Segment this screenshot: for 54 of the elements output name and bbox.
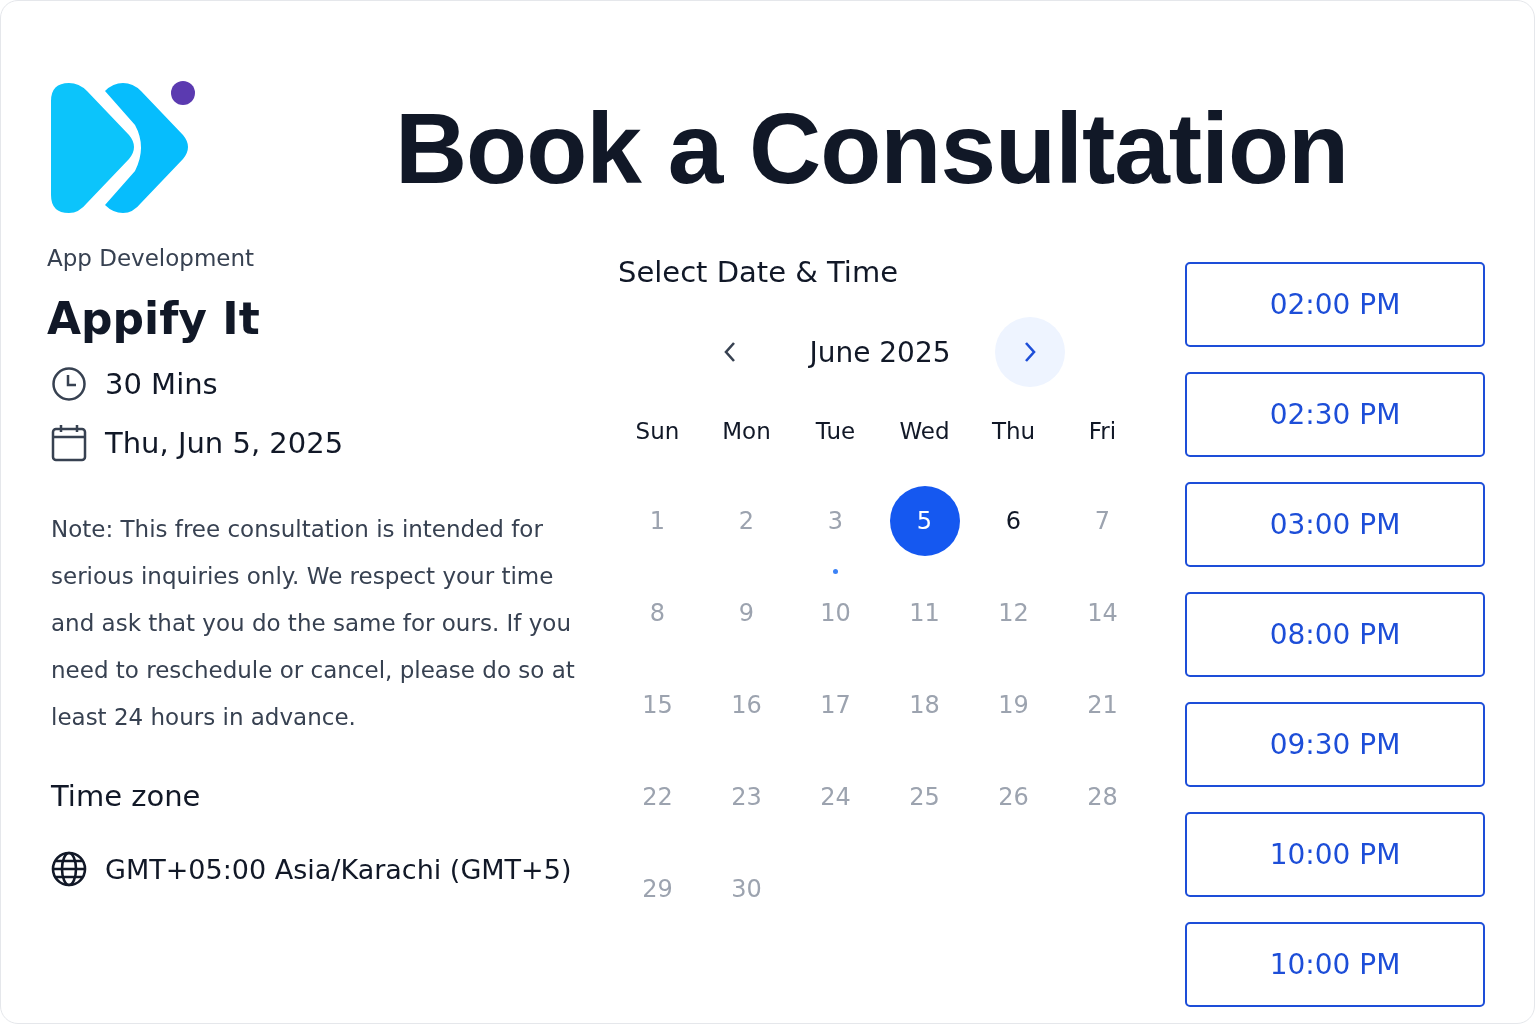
- calendar-day[interactable]: 2: [711, 486, 782, 556]
- calendar-day[interactable]: 15: [622, 670, 693, 740]
- calendar-icon: [51, 424, 87, 462]
- calendar-day[interactable]: 30: [711, 854, 782, 924]
- calendar-day[interactable]: 24: [800, 762, 871, 832]
- calendar-day[interactable]: 10: [800, 578, 871, 648]
- time-slot-button[interactable]: 02:00 PM: [1185, 262, 1485, 347]
- weekday-label: Thu: [990, 417, 1037, 446]
- calendar-day[interactable]: 9: [711, 578, 782, 648]
- time-slot-button[interactable]: 10:00 PM: [1185, 812, 1485, 897]
- calendar-day[interactable]: 1: [622, 486, 693, 556]
- calendar-day[interactable]: 25: [889, 762, 960, 832]
- timezone-heading: Time zone: [51, 779, 202, 813]
- calendar-day[interactable]: 12: [978, 578, 1049, 648]
- calendar-day[interactable]: 26: [978, 762, 1049, 832]
- calendar-day[interactable]: 14: [1067, 578, 1138, 648]
- calendar-day[interactable]: 21: [1067, 670, 1138, 740]
- brand-name: Appify It: [47, 293, 261, 344]
- calendar-day[interactable]: 16: [711, 670, 782, 740]
- month-label: June 2025: [807, 335, 952, 369]
- timezone-value: GMT+05:00 Asia/Karachi (GMT+5): [105, 853, 572, 885]
- calendar-day[interactable]: 11: [889, 578, 960, 648]
- calendar-day[interactable]: 23: [711, 762, 782, 832]
- clock-icon: [51, 366, 87, 402]
- chevron-right-icon: [1022, 340, 1038, 364]
- calendar-day[interactable]: 6: [978, 486, 1049, 556]
- weekday-label: Tue: [814, 417, 857, 446]
- page-title: Book a Consultation: [393, 90, 1350, 206]
- calendar-day[interactable]: 19: [978, 670, 1049, 740]
- calendar-day[interactable]: 3: [800, 486, 871, 556]
- time-slot-button[interactable]: 08:00 PM: [1185, 592, 1485, 677]
- brand-category: App Development: [47, 245, 256, 271]
- weekday-label: Fri: [1087, 417, 1118, 446]
- note-text: Note: This free consultation is intended for serious inquiries only. We respect your time and ask that you do the same for ours. If you need to reschedule or cancel, please do so at least 24 hours in advance.: [51, 515, 576, 732]
- weekday-label: Mon: [721, 417, 772, 446]
- duration-text: 30 Mins: [105, 367, 218, 401]
- calendar-day[interactable]: 8: [622, 578, 693, 648]
- globe-icon: [51, 851, 87, 887]
- date-text: Thu, Jun 5, 2025: [105, 426, 344, 460]
- calendar-day[interactable]: 22: [622, 762, 693, 832]
- calendar-day[interactable]: 7: [1067, 486, 1138, 556]
- chevron-left-icon: [722, 340, 738, 364]
- calendar-day[interactable]: 28: [1067, 762, 1138, 832]
- weekday-label: Wed: [898, 417, 951, 446]
- calendar-day[interactable]: 17: [800, 670, 871, 740]
- calendar-day[interactable]: 18: [889, 670, 960, 740]
- time-slot-button[interactable]: 03:00 PM: [1185, 482, 1485, 567]
- weekday-label: Sun: [634, 417, 681, 446]
- calendar-heading: Select Date & Time: [618, 255, 900, 289]
- time-slot-button[interactable]: 10:00 PM: [1185, 922, 1485, 1007]
- calendar-day[interactable]: 5: [889, 486, 960, 556]
- calendar-day[interactable]: 29: [622, 854, 693, 924]
- time-slot-button[interactable]: 09:30 PM: [1185, 702, 1485, 787]
- time-slot-button[interactable]: 02:30 PM: [1185, 372, 1485, 457]
